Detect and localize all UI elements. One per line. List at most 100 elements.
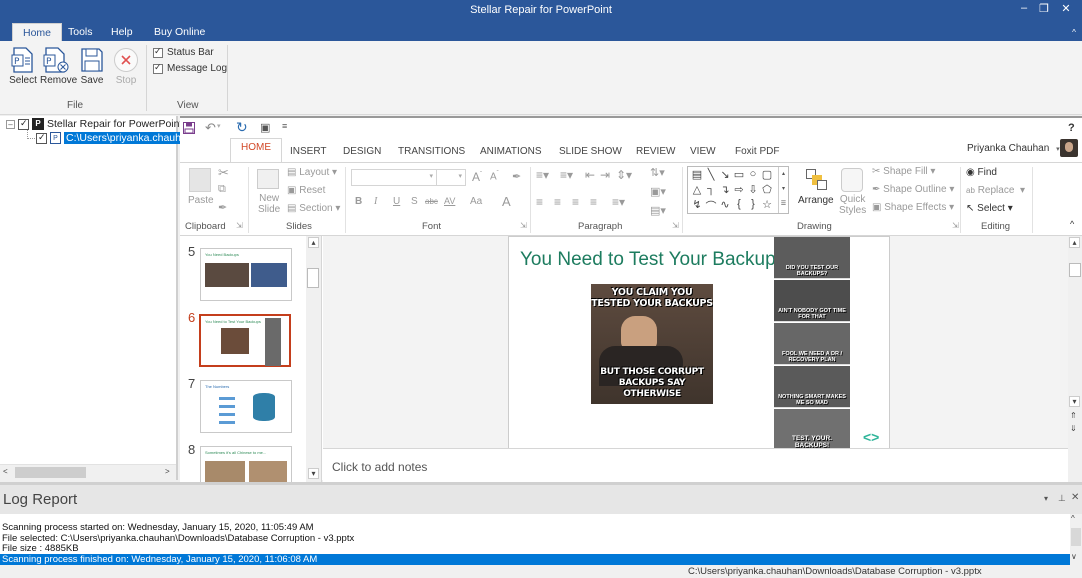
numbering-button[interactable]: ≡▾ [560, 168, 573, 182]
paste-button[interactable]: Paste [188, 195, 214, 206]
previous-slide-icon[interactable]: ⇑ [1070, 411, 1077, 420]
scrollbar-thumb[interactable] [15, 467, 86, 478]
reset-button[interactable]: ▣ Reset [287, 185, 325, 196]
quick-styles-button[interactable]: Quick Styles [839, 194, 866, 216]
tree-root[interactable]: – P Stellar Repair for PowerPoint [6, 118, 182, 130]
stop-button[interactable]: Stop [110, 47, 142, 86]
align-text-button[interactable]: ▣▾ [650, 185, 666, 198]
font-name-select[interactable]: ▾ [351, 169, 437, 186]
scroll-left-icon[interactable]: < [3, 467, 8, 476]
shape-gallery-item[interactable]: ⇨ [732, 183, 746, 198]
dialog-launcher-icon[interactable]: ⇲ [672, 221, 679, 230]
cut-icon[interactable]: ✂ [218, 165, 229, 181]
customize-qat-icon[interactable]: ≡ [282, 121, 287, 131]
root-checkbox[interactable] [18, 118, 29, 130]
minimize-button[interactable]: – [1014, 2, 1034, 14]
save-button[interactable]: Save [76, 47, 108, 86]
slide-thumbnail-8[interactable]: Sometimes it's all Chinese to me... [200, 446, 292, 482]
child-checkbox[interactable] [36, 132, 47, 144]
redo-icon[interactable]: ↻ [236, 119, 248, 136]
scroll-down-icon[interactable]: ▾ [308, 468, 319, 479]
remove-button[interactable]: P Remove [40, 47, 77, 86]
ppt-tab-design[interactable]: DESIGN [343, 142, 381, 162]
slide-title[interactable]: You Need to Test Your Backups [520, 249, 785, 271]
shape-fill-button[interactable]: ✂ Shape Fill ▾ [872, 166, 935, 177]
scroll-up-icon[interactable]: ▴ [1069, 237, 1080, 248]
shape-gallery-item[interactable]: ▤ [690, 168, 704, 183]
arrange-button[interactable]: Arrange [798, 195, 834, 206]
start-slideshow-icon[interactable]: ▣ [260, 121, 270, 134]
help-icon[interactable]: ? [1068, 122, 1075, 134]
bold-button[interactable]: B [355, 196, 362, 207]
shape-gallery-item[interactable]: ○ [746, 168, 760, 183]
underline-button[interactable]: U [393, 196, 400, 207]
shape-gallery-item[interactable]: ☆ [760, 198, 774, 213]
shapes-gallery[interactable]: ▤ ╲ ↘ ▭ ○ ▢ △ ┐ ↴ ⇨ ⇩ ⬠ ↯ ⌒ ∿{} ☆ ▴ ▾ ☰ [687, 166, 789, 214]
shape-effects-button[interactable]: ▣ Shape Effects ▾ [872, 202, 954, 213]
layout-button[interactable]: ▤ Layout ▾ [287, 167, 337, 178]
section-button[interactable]: ▤ Section ▾ [287, 203, 340, 214]
slide-thumbnail-6[interactable]: You Need to Test Your Backups [199, 314, 291, 367]
collapse-ribbon-icon[interactable]: ^ [1070, 219, 1074, 229]
align-right-button[interactable]: ≡ [572, 195, 579, 209]
collapse-icon[interactable]: – [6, 119, 15, 129]
log-line[interactable]: Scanning process started on: Wednesday, … [2, 522, 314, 533]
text-shadow-button[interactable]: S [411, 196, 418, 207]
slide-thumbnail-7[interactable]: The Numbers [200, 380, 292, 433]
log-line-selected[interactable]: Scanning process finished on: Wednesday,… [0, 554, 1070, 565]
select-button[interactable]: P Select [7, 47, 39, 86]
scrollbar-thumb[interactable] [1069, 263, 1081, 277]
scroll-up-icon[interactable]: ^ [1071, 514, 1075, 523]
shape-gallery-item[interactable]: { [732, 198, 746, 213]
shape-gallery-item[interactable]: ⇩ [746, 183, 760, 198]
tab-help[interactable]: Help [101, 23, 143, 42]
scrollbar-thumb[interactable] [1071, 528, 1081, 546]
font-size-select[interactable]: ▾ [436, 169, 466, 186]
dialog-launcher-icon[interactable]: ⇲ [236, 221, 243, 230]
shape-gallery-item[interactable]: ∿ [718, 198, 732, 213]
close-button[interactable]: ✕ [1056, 2, 1076, 15]
italic-button[interactable]: I [374, 196, 377, 207]
line-spacing-button[interactable]: ⇕▾ [616, 168, 632, 182]
comic-strip-image[interactable]: DID YOU TEST OUR BACKUPS? AIN'T NOBODY G… [774, 237, 851, 451]
change-case-button[interactable]: Aa [470, 196, 482, 207]
replace-button[interactable]: ab Replace ▾ [966, 185, 1025, 196]
scroll-up-icon[interactable]: ▴ [308, 237, 319, 248]
text-direction-button[interactable]: ⇅▾ [650, 166, 665, 179]
ppt-tab-insert[interactable]: INSERT [290, 142, 327, 162]
dialog-launcher-icon[interactable]: ⇲ [520, 221, 527, 230]
strikethrough-button[interactable]: abc [425, 197, 438, 206]
log-line[interactable]: File size : 4885KB [2, 543, 79, 554]
select-dropdown-button[interactable]: ↖ Select ▾ [966, 203, 1013, 214]
ppt-tab-transitions[interactable]: TRANSITIONS [398, 142, 465, 162]
ppt-tab-slide-show[interactable]: SLIDE SHOW [559, 142, 622, 162]
undo-dropdown-icon[interactable]: ▾ [217, 122, 221, 130]
tab-tools[interactable]: Tools [58, 23, 103, 42]
align-center-button[interactable]: ≡ [554, 195, 561, 209]
thumbnails-scrollbar[interactable]: ▴ ▾ [306, 236, 321, 482]
user-avatar[interactable] [1060, 139, 1078, 157]
ppt-tab-view[interactable]: VIEW [690, 142, 716, 162]
shape-gallery-item[interactable]: ↴ [718, 183, 732, 198]
new-slide-button[interactable]: New Slide [258, 193, 280, 215]
tab-buy-online[interactable]: Buy Online [144, 23, 215, 42]
shape-gallery-item[interactable]: ⬠ [760, 183, 774, 198]
ppt-tab-home[interactable]: HOME [230, 138, 282, 163]
shape-gallery-item[interactable]: ▭ [732, 168, 746, 183]
justify-button[interactable]: ≡ [590, 195, 597, 209]
align-left-button[interactable]: ≡ [536, 195, 543, 209]
increase-indent-button[interactable]: ⇥ [600, 168, 610, 182]
clear-formatting-icon[interactable]: ✒ [512, 170, 521, 183]
tab-home[interactable]: Home [12, 23, 63, 42]
scroll-down-icon[interactable]: ∨ [1071, 552, 1077, 561]
paste-icon[interactable] [189, 168, 211, 192]
shape-gallery-item[interactable]: ▢ [760, 168, 774, 183]
shape-gallery-item[interactable]: ↘ [718, 168, 732, 183]
slide-thumbnail-5[interactable]: You Need Backups [200, 248, 292, 301]
next-slide-icon[interactable]: ⇓ [1070, 424, 1077, 433]
format-painter-icon[interactable]: ✒ [218, 201, 227, 214]
pin-icon[interactable]: ⊥ [1058, 493, 1066, 504]
character-spacing-button[interactable]: AV [444, 196, 455, 206]
shrink-font-button[interactable]: Aˆ [490, 171, 499, 182]
close-log-icon[interactable]: ✕ [1071, 492, 1079, 503]
